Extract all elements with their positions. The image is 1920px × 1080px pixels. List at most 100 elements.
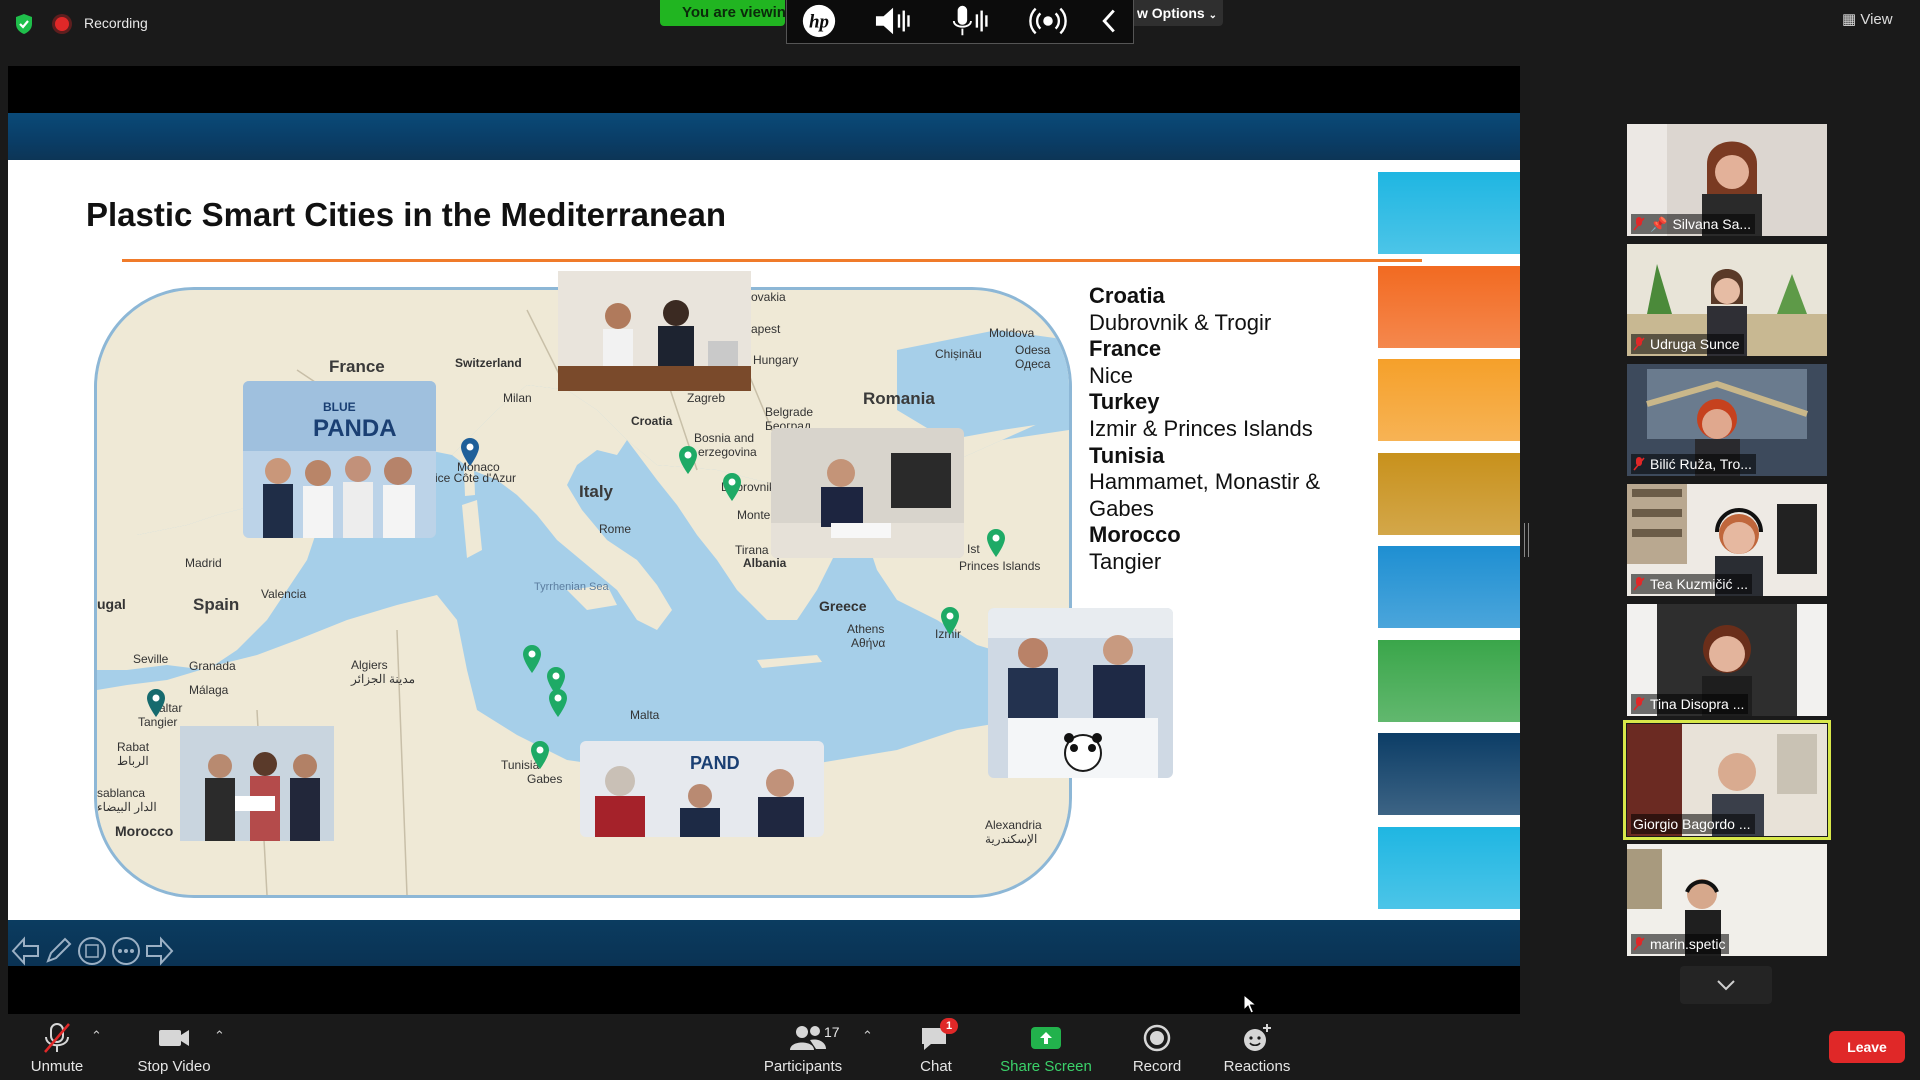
speaker-icon[interactable] xyxy=(871,2,917,40)
country-heading: France xyxy=(1089,336,1162,362)
slide-prev-arrow-icon[interactable] xyxy=(10,936,42,966)
recording-dot-icon xyxy=(55,17,69,31)
map-pin-princes-islands[interactable] xyxy=(985,528,1007,558)
map-label-athens-gr: Αθήνα xyxy=(851,636,886,650)
chat-button[interactable]: 1 Chat xyxy=(910,1018,962,1075)
photo-handshake-panda-image xyxy=(988,608,1173,778)
gallery-splitter-handle[interactable] xyxy=(1524,523,1529,557)
photo-official-signing xyxy=(771,428,964,558)
participant-tile[interactable]: Bilić Ruža, Tro... xyxy=(1627,364,1827,476)
photo-tangier-award xyxy=(180,726,334,841)
view-label: View xyxy=(1860,11,1893,28)
city-entry: Hammamet, Monastir & xyxy=(1089,469,1321,495)
participant-name-label: 📌 Silvana Sa... xyxy=(1631,214,1756,234)
map-label-valencia: Valencia xyxy=(261,587,307,601)
map-label-france: France xyxy=(329,357,385,376)
map-pin-nice[interactable] xyxy=(459,437,481,467)
participants-button[interactable]: 17 Participants xyxy=(758,1022,848,1075)
map-label-istanbul: Ist xyxy=(967,542,980,556)
slide-grid-icon[interactable] xyxy=(77,936,107,966)
muted-mic-icon xyxy=(1633,337,1645,351)
participant-tile[interactable]: marin.spetic xyxy=(1627,844,1827,956)
participants-count: 17 xyxy=(824,1024,840,1040)
map-pin-tangier[interactable] xyxy=(145,688,167,718)
participants-options-caret-icon[interactable]: ⌃ xyxy=(862,1028,873,1044)
photo-tunisia-panda-image: PAND xyxy=(580,741,824,837)
map-label-princes-islands: Princes Islands xyxy=(959,559,1041,573)
color-bar xyxy=(1378,546,1520,628)
record-button[interactable]: Record xyxy=(1128,1022,1186,1075)
map-label-tyrrhenian-sea: Tyrrhenian Sea xyxy=(534,581,609,593)
participants-icon xyxy=(790,1026,826,1050)
share-screen-label: Share Screen xyxy=(1000,1058,1092,1075)
stop-video-button[interactable]: Stop Video xyxy=(130,1022,218,1075)
broadcast-icon[interactable] xyxy=(1027,2,1069,40)
map-label-zagreb: Zagreb xyxy=(687,391,726,405)
participant-tile[interactable]: Udruga Sunce xyxy=(1627,244,1827,356)
view-layout-button[interactable]: ▦ View xyxy=(1842,10,1893,28)
map-label-rome: Rome xyxy=(599,522,632,536)
map-label-romania: Romania xyxy=(863,389,935,408)
chat-unread-badge: 1 xyxy=(940,1018,958,1034)
country-city-list: Croatia Dubrovnik & Trogir France Nice Turke… xyxy=(1089,283,1389,576)
country-heading: Turkey xyxy=(1089,389,1160,415)
participant-tile[interactable]: 📌 Silvana Sa... xyxy=(1627,124,1827,236)
map-label-switzerland: Switzerland xyxy=(455,356,522,370)
microphone-icon[interactable] xyxy=(947,2,993,40)
slide-footer-band xyxy=(8,920,1520,966)
country-heading: Croatia xyxy=(1089,283,1165,308)
map-label-nice: ice Côte d'Azur xyxy=(435,471,516,485)
chevron-down-icon xyxy=(1717,980,1735,991)
unmute-button[interactable]: Unmute xyxy=(18,1022,96,1075)
shield-check-icon[interactable] xyxy=(14,13,34,35)
map-pin-gabes[interactable] xyxy=(529,740,551,770)
map-pin-tunis[interactable] xyxy=(521,644,543,674)
participant-name-label: Giorgio Bagordo ... xyxy=(1631,814,1755,834)
hp-audio-toolbar: hp xyxy=(786,0,1134,44)
mouse-cursor-icon xyxy=(1243,994,1258,1014)
color-bar xyxy=(1378,827,1520,909)
map-pin-izmir[interactable] xyxy=(939,606,961,636)
city-entry: Tangier xyxy=(1089,548,1162,574)
map-label-alexandria-ar: الإسكندرية xyxy=(985,832,1038,846)
map-label-madrid: Madrid xyxy=(185,556,222,570)
color-bar xyxy=(1378,733,1520,815)
map-label-malaga: Málaga xyxy=(189,683,229,697)
slide-title: Plastic Smart Cities in the Mediterranea… xyxy=(86,196,727,233)
map-label-gabes: Gabes xyxy=(527,772,563,786)
map-label-morocco: Morocco xyxy=(115,823,174,839)
chevron-left-icon[interactable] xyxy=(1097,2,1121,40)
participant-tile[interactable]: Tina Disopra ... xyxy=(1627,604,1827,716)
muted-mic-icon xyxy=(1633,697,1645,711)
participant-tile[interactable]: Tea Kuzmičić ... xyxy=(1627,484,1827,596)
slide-next-arrow-icon[interactable] xyxy=(143,936,175,966)
svg-text:PAND: PAND xyxy=(690,753,740,773)
record-icon xyxy=(1143,1024,1171,1052)
slide-more-icon[interactable] xyxy=(111,936,141,966)
participants-label: Participants xyxy=(763,1058,843,1075)
share-screen-icon xyxy=(1031,1027,1061,1049)
slide-pen-icon[interactable] xyxy=(43,936,73,966)
hp-logo-icon[interactable]: hp xyxy=(799,2,839,40)
reactions-button[interactable]: Reactions xyxy=(1220,1022,1294,1075)
map-pin-dubrovnik[interactable] xyxy=(721,472,743,502)
city-entry: Gabes xyxy=(1089,495,1154,521)
view-options-menu[interactable]: w Options ⌄ xyxy=(1125,0,1223,26)
share-screen-button[interactable]: Share Screen xyxy=(996,1022,1096,1075)
audio-options-caret-icon[interactable]: ⌃ xyxy=(91,1028,102,1044)
gallery-scroll-down-button[interactable] xyxy=(1680,966,1772,1004)
stop-video-label: Stop Video xyxy=(137,1058,211,1075)
svg-text:BLUE: BLUE xyxy=(323,400,356,414)
participant-tile-active-speaker[interactable]: Giorgio Bagordo ... xyxy=(1623,720,1831,840)
leave-meeting-button[interactable]: Leave xyxy=(1829,1031,1905,1063)
map-label-slovakia: ovakia xyxy=(751,290,786,304)
country-heading: Morocco xyxy=(1089,522,1181,548)
map-label-hungary: Hungary xyxy=(753,353,799,367)
color-bar xyxy=(1378,359,1520,441)
city-entry: Nice xyxy=(1089,362,1134,388)
video-options-caret-icon[interactable]: ⌃ xyxy=(214,1028,225,1044)
map-pin-trogir[interactable] xyxy=(677,445,699,475)
map-label-croatia: Croatia xyxy=(631,414,673,428)
map-pin-monastir[interactable] xyxy=(547,688,569,718)
map-label-alexandria: Alexandria xyxy=(985,818,1042,832)
